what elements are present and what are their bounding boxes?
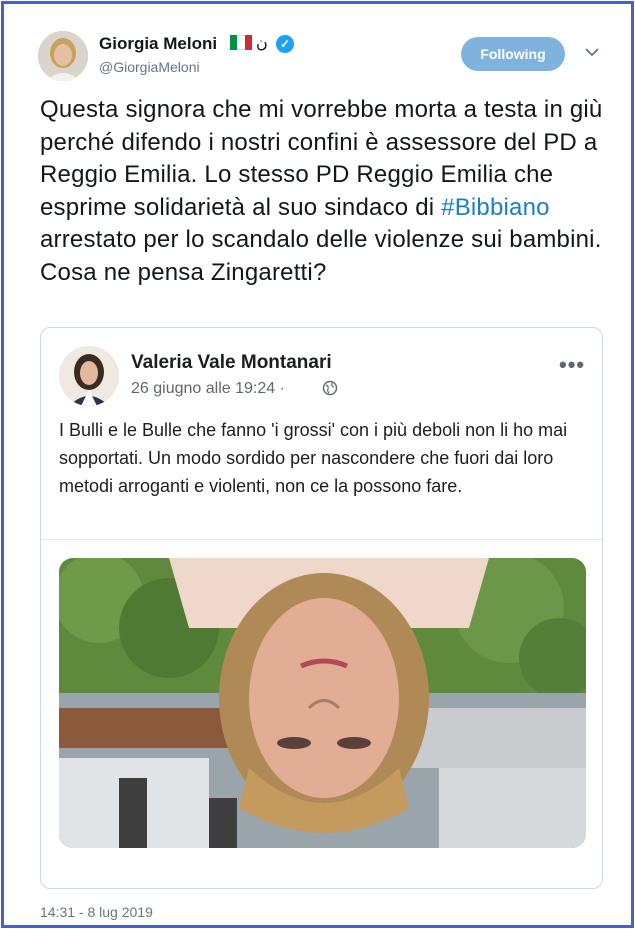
flag-stripe-green: [230, 35, 238, 50]
chevron-down-icon[interactable]: [584, 44, 600, 60]
flag-stripe-white: [237, 35, 245, 50]
post-date[interactable]: 26 giugno alle 19:24 ·: [131, 380, 285, 398]
author-avatar[interactable]: [38, 31, 88, 81]
tweet-timestamp[interactable]: 14:31 - 8 lug 2019: [40, 904, 153, 920]
post-photo[interactable]: [59, 558, 586, 848]
hashtag-link[interactable]: #Bibbiano: [441, 194, 550, 221]
post-text: I Bulli e le Bulle che fanno 'i grossi' …: [59, 420, 568, 496]
tweet-text-part2: arrestato per lo scandalo delle violenze…: [40, 226, 602, 286]
embedded-post-card[interactable]: Valeria Vale Montanari 26 giugno alle 19…: [40, 327, 603, 889]
following-button[interactable]: Following: [461, 37, 565, 71]
author-handle[interactable]: @GiorgiaMeloni: [99, 59, 200, 75]
post-divider: [41, 539, 602, 540]
globe-icon: [322, 380, 338, 396]
italy-flag-icon: [230, 35, 252, 50]
post-author-name[interactable]: Valeria Vale Montanari: [131, 352, 332, 374]
more-options-icon[interactable]: •••: [559, 352, 585, 378]
tweet-text: Questa signora che mi vorrebbe morta a t…: [40, 94, 610, 289]
post-author-avatar[interactable]: [59, 346, 119, 406]
verified-badge-icon: ✓: [276, 35, 294, 53]
tweet-frame: Giorgia Meloni ن ✓ @GiorgiaMeloni Follow…: [1, 1, 634, 928]
flag-stripe-red: [244, 35, 252, 50]
author-name[interactable]: Giorgia Meloni: [99, 34, 217, 54]
name-suffix: ن: [256, 33, 268, 52]
